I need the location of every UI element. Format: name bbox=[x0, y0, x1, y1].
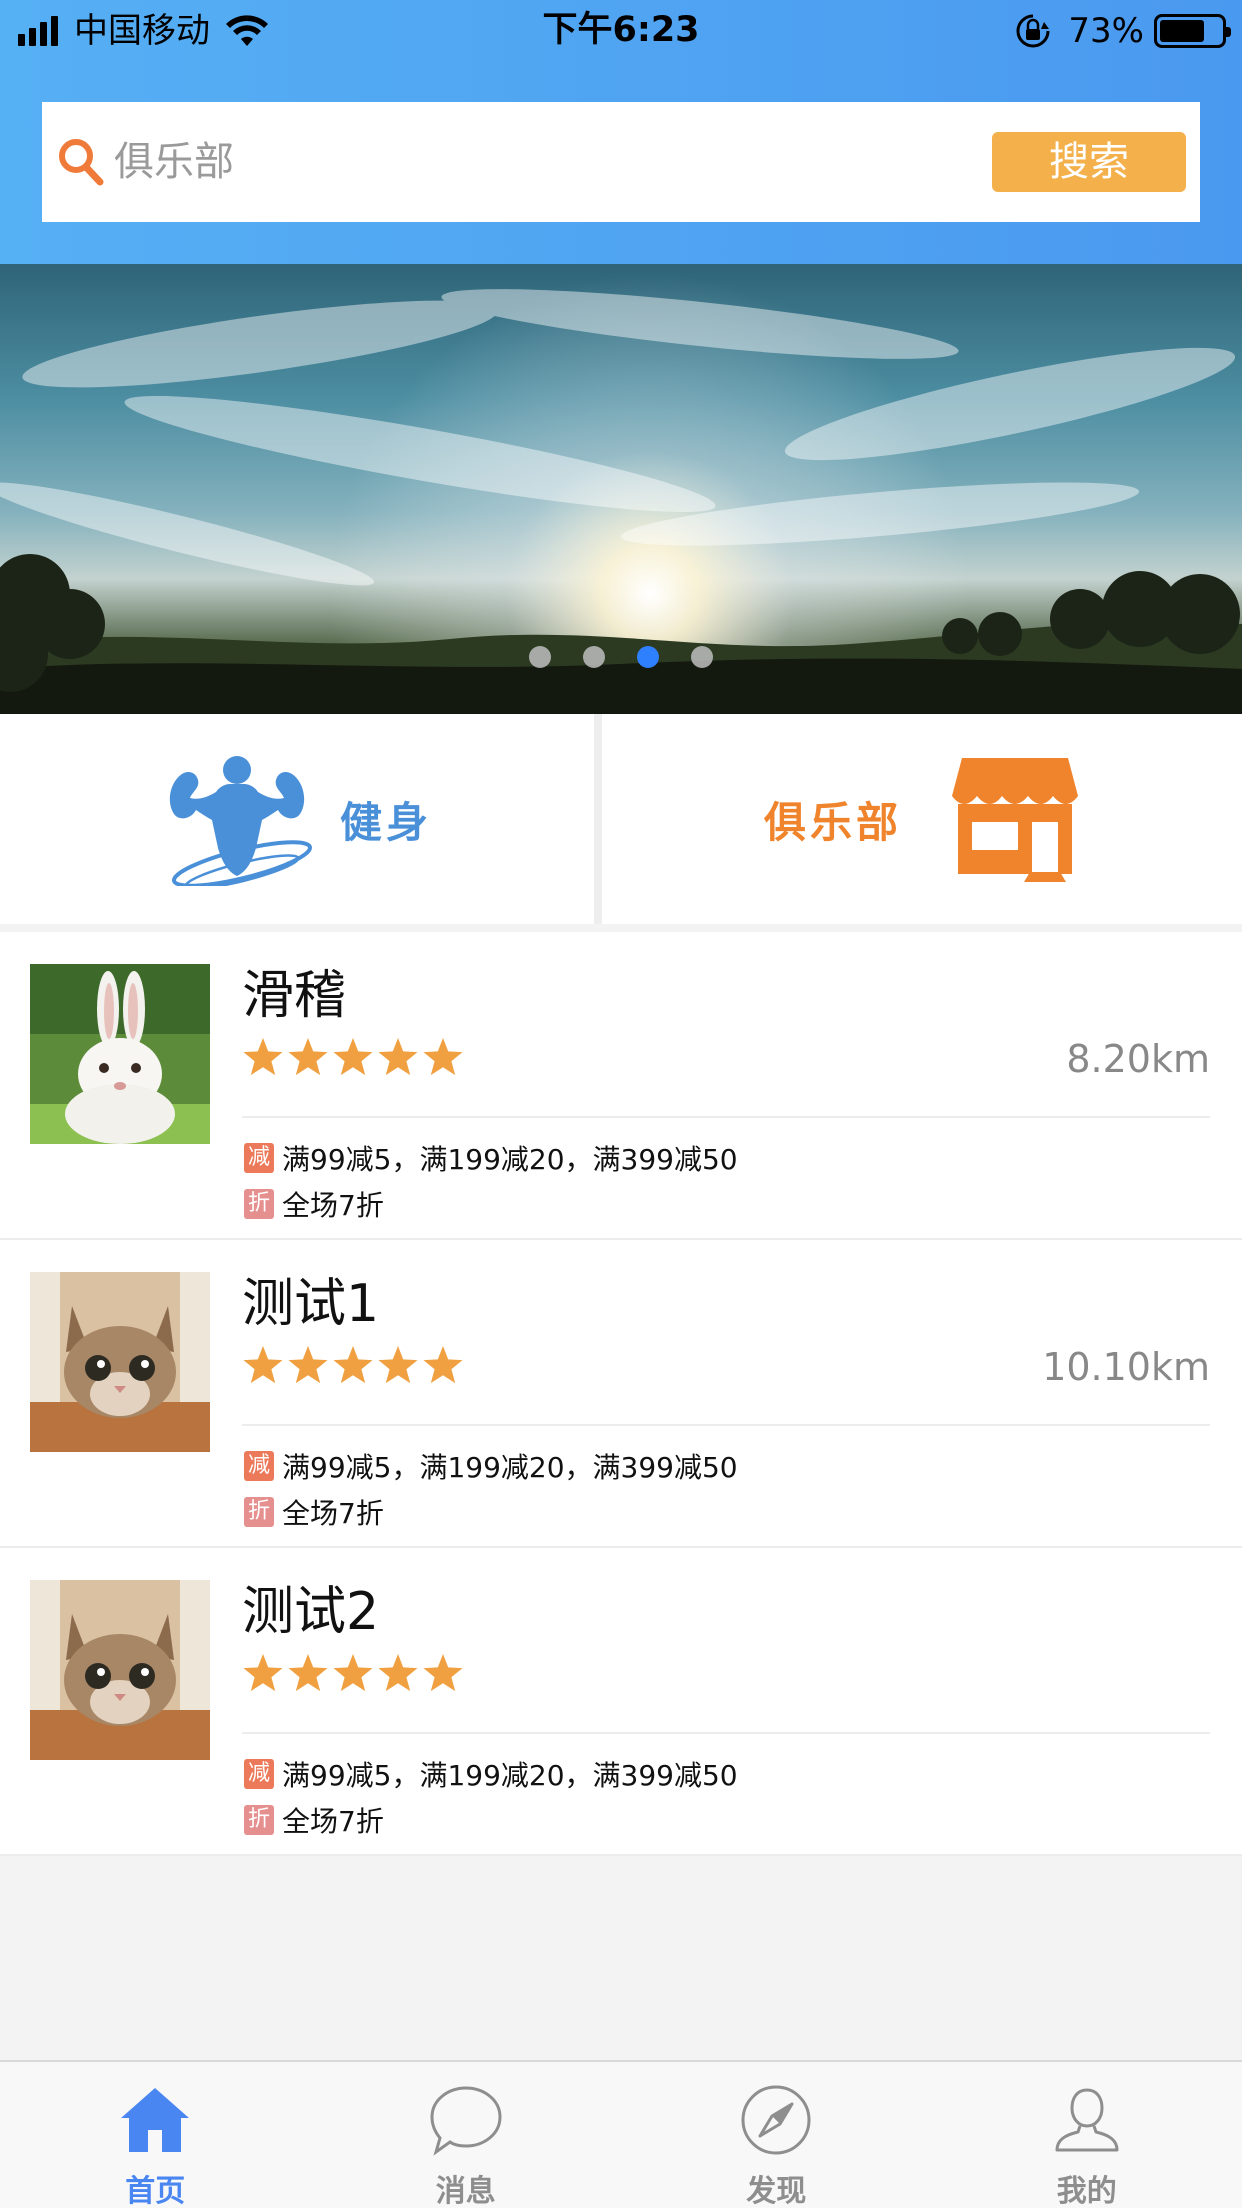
app-screen: 中国移动 下午6:23 73% 俱乐部 搜索 健身 俱乐部 滑稽 8.20km … bbox=[0, 0, 1242, 2208]
rating-stars bbox=[242, 1344, 467, 1386]
club-list: 滑稽 8.20km 减 满99减5，满199减20，满399减50 折 全场7折 bbox=[0, 932, 1242, 1856]
club-list-item[interactable]: 测试2 减 满99减5，满199减20，满399减50 折 全场7折 bbox=[0, 1548, 1242, 1856]
carousel-dot[interactable] bbox=[529, 646, 551, 668]
tab-bar: 首页 消息 发现 我的 bbox=[0, 2060, 1242, 2208]
header: 中国移动 下午6:23 73% 俱乐部 搜索 bbox=[0, 0, 1242, 264]
rabbit-image bbox=[30, 964, 210, 1144]
star-icon bbox=[333, 1346, 373, 1384]
carousel-dot[interactable] bbox=[691, 646, 713, 668]
battery-fill bbox=[1160, 20, 1204, 42]
tab-label: 我的 bbox=[1056, 2174, 1117, 2208]
category-club[interactable]: 俱乐部 bbox=[602, 714, 1242, 924]
search-button[interactable]: 搜索 bbox=[992, 132, 1186, 192]
status-bar: 中国移动 下午6:23 73% bbox=[0, 0, 1242, 62]
rating-stars bbox=[242, 1652, 467, 1694]
tab-label: 消息 bbox=[435, 2174, 496, 2208]
club-thumbnail bbox=[30, 964, 210, 1144]
tab-label: 发现 bbox=[746, 2174, 807, 2208]
promo-tag: 折 bbox=[244, 1497, 274, 1527]
search-bar[interactable]: 搜索 bbox=[42, 102, 1200, 222]
star-icon bbox=[288, 1346, 328, 1384]
storefront-icon bbox=[952, 758, 1078, 882]
tab-home[interactable]: 首页 bbox=[0, 2062, 311, 2208]
carousel-dot[interactable] bbox=[637, 646, 659, 668]
club-name: 测试2 bbox=[242, 1582, 380, 1642]
promo-text: 满99减5，满199减20，满399减50 bbox=[282, 1759, 738, 1792]
carousel-indicator[interactable] bbox=[0, 646, 1242, 668]
rating-stars bbox=[242, 1036, 467, 1078]
tab-messages[interactable]: 消息 bbox=[311, 2062, 622, 2208]
club-distance: 10.10km bbox=[1042, 1345, 1210, 1389]
search-input[interactable] bbox=[114, 122, 914, 202]
promo-percent-off: 折 全场7折 bbox=[244, 1492, 384, 1532]
star-icon bbox=[378, 1346, 418, 1384]
club-thumbnail bbox=[30, 1272, 210, 1452]
star-icon bbox=[288, 1038, 328, 1076]
orientation-lock-icon bbox=[1016, 14, 1050, 48]
cat-image bbox=[30, 1580, 210, 1760]
search-icon bbox=[59, 139, 104, 186]
promo-percent-off: 折 全场7折 bbox=[244, 1184, 384, 1224]
promo-text: 满99减5，满199减20，满399减50 bbox=[282, 1451, 738, 1484]
promo-text: 满99减5，满199减20，满399减50 bbox=[282, 1143, 738, 1176]
promo-tag: 减 bbox=[244, 1451, 274, 1481]
star-icon bbox=[333, 1038, 373, 1076]
promo-discount: 减 满99减5，满199减20，满399减50 bbox=[244, 1754, 738, 1794]
chat-bubble-icon bbox=[430, 2086, 502, 2156]
promo-tag: 折 bbox=[244, 1805, 274, 1835]
tab-label: 首页 bbox=[125, 2174, 186, 2208]
banner-carousel[interactable] bbox=[0, 264, 1242, 714]
club-thumbnail bbox=[30, 1580, 210, 1760]
tab-profile[interactable]: 我的 bbox=[932, 2062, 1242, 2208]
promo-discount: 减 满99减5，满199减20，满399减50 bbox=[244, 1446, 738, 1486]
status-right: 73% bbox=[1014, 10, 1231, 52]
carousel-dot[interactable] bbox=[583, 646, 605, 668]
category-row: 健身 俱乐部 bbox=[0, 714, 1242, 924]
star-icon bbox=[333, 1654, 373, 1692]
club-name: 滑稽 bbox=[242, 966, 347, 1026]
club-list-item[interactable]: 滑稽 8.20km 减 满99减5，满199减20，满399减50 折 全场7折 bbox=[0, 932, 1242, 1240]
star-icon bbox=[378, 1038, 418, 1076]
compass-icon bbox=[741, 2085, 811, 2155]
star-icon bbox=[378, 1654, 418, 1692]
star-icon bbox=[243, 1038, 283, 1076]
divider bbox=[242, 1424, 1210, 1426]
category-fitness-label: 健身 bbox=[339, 797, 432, 847]
battery-cap bbox=[1226, 27, 1231, 37]
promo-text: 全场7折 bbox=[282, 1497, 384, 1530]
promo-tag: 减 bbox=[244, 1759, 274, 1789]
star-icon bbox=[423, 1654, 463, 1692]
bodybuilder-icon bbox=[169, 756, 312, 886]
star-icon bbox=[288, 1654, 328, 1692]
star-icon bbox=[243, 1654, 283, 1692]
cat-image bbox=[30, 1272, 210, 1452]
promo-text: 全场7折 bbox=[282, 1805, 384, 1838]
category-club-label: 俱乐部 bbox=[763, 797, 902, 847]
home-icon bbox=[121, 2088, 190, 2152]
club-name: 测试1 bbox=[242, 1274, 380, 1334]
star-icon bbox=[243, 1346, 283, 1384]
star-icon bbox=[423, 1346, 463, 1384]
tab-discover[interactable]: 发现 bbox=[621, 2062, 932, 2208]
promo-percent-off: 折 全场7折 bbox=[244, 1800, 384, 1840]
divider bbox=[242, 1116, 1210, 1118]
promo-tag: 折 bbox=[244, 1189, 274, 1219]
club-distance: 8.20km bbox=[1066, 1037, 1210, 1081]
promo-tag: 减 bbox=[244, 1143, 274, 1173]
category-fitness[interactable]: 健身 bbox=[0, 714, 594, 924]
star-icon bbox=[423, 1038, 463, 1076]
person-icon bbox=[1055, 2088, 1119, 2152]
promo-discount: 减 满99减5，满199减20，满399减50 bbox=[244, 1138, 738, 1178]
divider bbox=[242, 1732, 1210, 1734]
battery-icon bbox=[1154, 14, 1231, 48]
promo-text: 全场7折 bbox=[282, 1189, 384, 1222]
battery-percent: 73% bbox=[1068, 11, 1144, 51]
club-list-item[interactable]: 测试1 10.10km 减 满99减5，满199减20，满399减50 折 全场… bbox=[0, 1240, 1242, 1548]
